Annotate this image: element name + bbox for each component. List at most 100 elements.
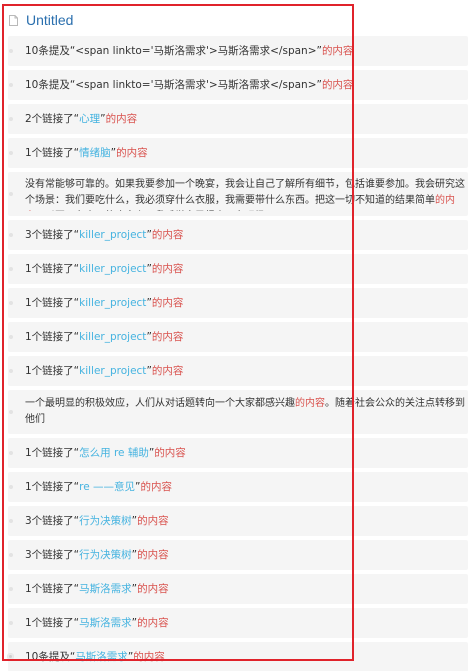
reference-block[interactable]: 1个链接了“ re ——意见” 的内容 (8, 472, 468, 502)
ref-link-target[interactable]: 马斯洛需求 (75, 651, 128, 664)
bullet-dot-icon[interactable] (9, 451, 13, 455)
reference-row[interactable]: 3个链接了“ killer_project” 的内容 (0, 220, 474, 250)
bullet-dot-icon[interactable] (9, 267, 13, 271)
bullet-dot-icon[interactable] (7, 653, 14, 660)
reference-row[interactable]: 1个链接了“ 马斯洛需求” 的内容 (0, 608, 474, 638)
ref-suffix: 的内容 (137, 548, 169, 561)
ref-link-target[interactable]: killer_project (79, 229, 146, 242)
ref-link-target[interactable]: 怎么用 re 辅助 (79, 447, 149, 460)
ref-suffix: 的内容 (140, 480, 172, 493)
bullet-dot-icon[interactable] (9, 49, 13, 53)
bullet-dot-icon[interactable] (9, 519, 13, 523)
ref-link-target[interactable]: killer_project (79, 365, 146, 378)
ref-text: 3个链接了“ (25, 228, 80, 241)
reference-row[interactable]: 10条提及“<span linkto='马斯洛需求'>马斯洛需求</span>”… (0, 36, 474, 66)
reference-block[interactable]: 1个链接了“ 情绪脑” 的内容 (8, 138, 468, 168)
ref-suffix: 的内容 (137, 582, 169, 595)
ref-suffix: 的内容 (137, 616, 169, 629)
reference-row[interactable]: 1个链接了“ 怎么用 re 辅助” 的内容 (0, 438, 474, 468)
reference-row[interactable]: 1个链接了“ re ——意见” 的内容 (0, 472, 474, 502)
ref-text: 2个链接了“ (25, 112, 80, 125)
reference-block[interactable]: 10条提及“ 马斯洛需求” 的内容 (8, 642, 468, 671)
ref-link-target[interactable]: 行为决策树 (79, 515, 132, 528)
ref-text: 1个链接了“ (25, 582, 80, 595)
ref-link-target[interactable]: 情绪脑 (79, 147, 111, 160)
ref-link-target[interactable]: 马斯洛需求 (79, 617, 132, 630)
ref-text: 1个链接了“ (25, 330, 80, 343)
ref-link-target[interactable]: killer_project (79, 263, 146, 276)
ref-text: 3个链接了“ (25, 514, 80, 527)
bullet-dot-icon[interactable] (9, 301, 13, 305)
bullet-dot-icon[interactable] (9, 151, 13, 155)
ref-suffix: 的内容 (151, 228, 184, 241)
reference-block[interactable]: 1个链接了“ 马斯洛需求” 的内容 (8, 608, 468, 638)
ref-text: 1个链接了“ (25, 616, 80, 629)
linked-references-panel: Untitled 10条提及“<span linkto='马斯洛需求'>马斯洛需… (0, 0, 474, 671)
reference-row[interactable]: 1个链接了“ 马斯洛需求” 的内容 (0, 574, 474, 604)
ref-link-target[interactable]: 马斯洛需求 (79, 583, 132, 596)
ref-link-target[interactable]: killer_project (79, 297, 146, 310)
ref-suffix: 的内容 (295, 398, 325, 409)
reference-row[interactable]: 1个链接了“ killer_project” 的内容 (0, 356, 474, 386)
ref-text: 10条提及“<span linkto='马斯洛需求'>马斯洛需求</span>” (25, 78, 322, 91)
bullet-dot-icon[interactable] (9, 83, 13, 87)
ref-suffix: 的内容 (151, 330, 184, 343)
reference-row[interactable]: 3个链接了“ 行为决策树” 的内容 (0, 540, 474, 570)
reference-block[interactable]: 3个链接了“ 行为决策树” 的内容 (8, 540, 468, 570)
bullet-dot-icon[interactable] (9, 553, 13, 557)
ref-suffix: 的内容 (137, 514, 169, 527)
reference-block[interactable]: 1个链接了“ killer_project” 的内容 (8, 322, 468, 352)
reference-row[interactable]: 3个链接了“ 行为决策树” 的内容 (0, 506, 474, 536)
ref-text: 没有常能够可靠的。如果我要参加一个晚宴，我会让自己了解所有细节，包括谁要参加。我… (25, 179, 465, 206)
ref-text: 1个链接了“ (25, 480, 80, 493)
reference-row[interactable]: 1个链接了“ killer_project” 的内容 (0, 288, 474, 318)
bullet-dot-icon[interactable] (9, 621, 13, 625)
reference-row[interactable]: 10条提及“<span linkto='马斯洛需求'>马斯洛需求</span>”… (0, 70, 474, 100)
reference-row[interactable]: 2个链接了“ 心理” 的内容 (0, 104, 474, 134)
bullet-dot-icon[interactable] (9, 233, 13, 237)
reference-row[interactable]: 一个最明显的积极效应，人们从对话题转向一个大家都感兴趣的内容。随着社会公众的关注… (0, 390, 474, 434)
reference-list: 10条提及“<span linkto='马斯洛需求'>马斯洛需求</span>”… (0, 36, 474, 671)
ref-text: 10条提及“ (25, 650, 76, 663)
reference-row[interactable]: 1个链接了“ 情绪脑” 的内容 (0, 138, 474, 168)
ref-text: 1个链接了“ (25, 146, 80, 159)
ref-suffix: 的内容 (321, 44, 354, 57)
reference-block[interactable]: 10条提及“<span linkto='马斯洛需求'>马斯洛需求</span>”… (8, 70, 468, 100)
reference-row[interactable]: 1个链接了“ killer_project” 的内容 (0, 254, 474, 284)
bullet-dot-icon[interactable] (9, 410, 13, 414)
ref-suffix: 的内容 (151, 364, 184, 377)
bullet-dot-icon[interactable] (9, 192, 13, 196)
ref-text: 1个链接了“ (25, 364, 80, 377)
reference-block[interactable]: 1个链接了“ killer_project” 的内容 (8, 254, 468, 284)
ref-text: 1个链接了“ (25, 446, 80, 459)
reference-block[interactable]: 1个链接了“ killer_project” 的内容 (8, 288, 468, 318)
reference-block[interactable]: 3个链接了“ 行为决策树” 的内容 (8, 506, 468, 536)
reference-block[interactable]: 2个链接了“ 心理” 的内容 (8, 104, 468, 134)
ref-suffix: 的内容 (154, 446, 186, 459)
reference-block[interactable]: 一个最明显的积极效应，人们从对话题转向一个大家都感兴趣的内容。随着社会公众的关注… (8, 390, 468, 434)
document-icon (9, 14, 18, 26)
ref-link-target[interactable]: 心理 (79, 113, 100, 126)
ref-text: 10条提及“<span linkto='马斯洛需求'>马斯洛需求</span>” (25, 44, 322, 57)
reference-block[interactable]: 1个链接了“ killer_project” 的内容 (8, 356, 468, 386)
bullet-dot-icon[interactable] (9, 369, 13, 373)
page-title[interactable]: Untitled (26, 12, 73, 28)
reference-block[interactable]: 没有常能够可靠的。如果我要参加一个晚宴，我会让自己了解所有细节，包括谁要参加。我… (8, 172, 468, 216)
ref-suffix: 的内容 (133, 650, 165, 663)
ref-link-target[interactable]: 行为决策树 (79, 549, 132, 562)
reference-row[interactable]: 1个链接了“ killer_project” 的内容 (0, 322, 474, 352)
reference-block[interactable]: 3个链接了“ killer_project” 的内容 (8, 220, 468, 250)
reference-row[interactable]: 10条提及“ 马斯洛需求” 的内容 (0, 642, 474, 671)
reference-block[interactable]: 1个链接了“ 马斯洛需求” 的内容 (8, 574, 468, 604)
bullet-dot-icon[interactable] (9, 587, 13, 591)
reference-block[interactable]: 1个链接了“ 怎么用 re 辅助” 的内容 (8, 438, 468, 468)
ref-link-target[interactable]: killer_project (79, 331, 146, 344)
reference-block[interactable]: 10条提及“<span linkto='马斯洛需求'>马斯洛需求</span>”… (8, 36, 468, 66)
ref-text: 一个最明显的积极效应，人们从对话题转向一个大家都感兴趣 (25, 398, 295, 409)
ref-link-target[interactable]: re ——意见 (79, 481, 135, 494)
reference-row[interactable]: 没有常能够可靠的。如果我要参加一个晚宴，我会让自己了解所有细节，包括谁要参加。我… (0, 172, 474, 216)
bullet-dot-icon[interactable] (9, 117, 13, 121)
bullet-dot-icon[interactable] (9, 485, 13, 489)
ref-suffix: 的内容 (321, 78, 354, 91)
bullet-dot-icon[interactable] (9, 335, 13, 339)
